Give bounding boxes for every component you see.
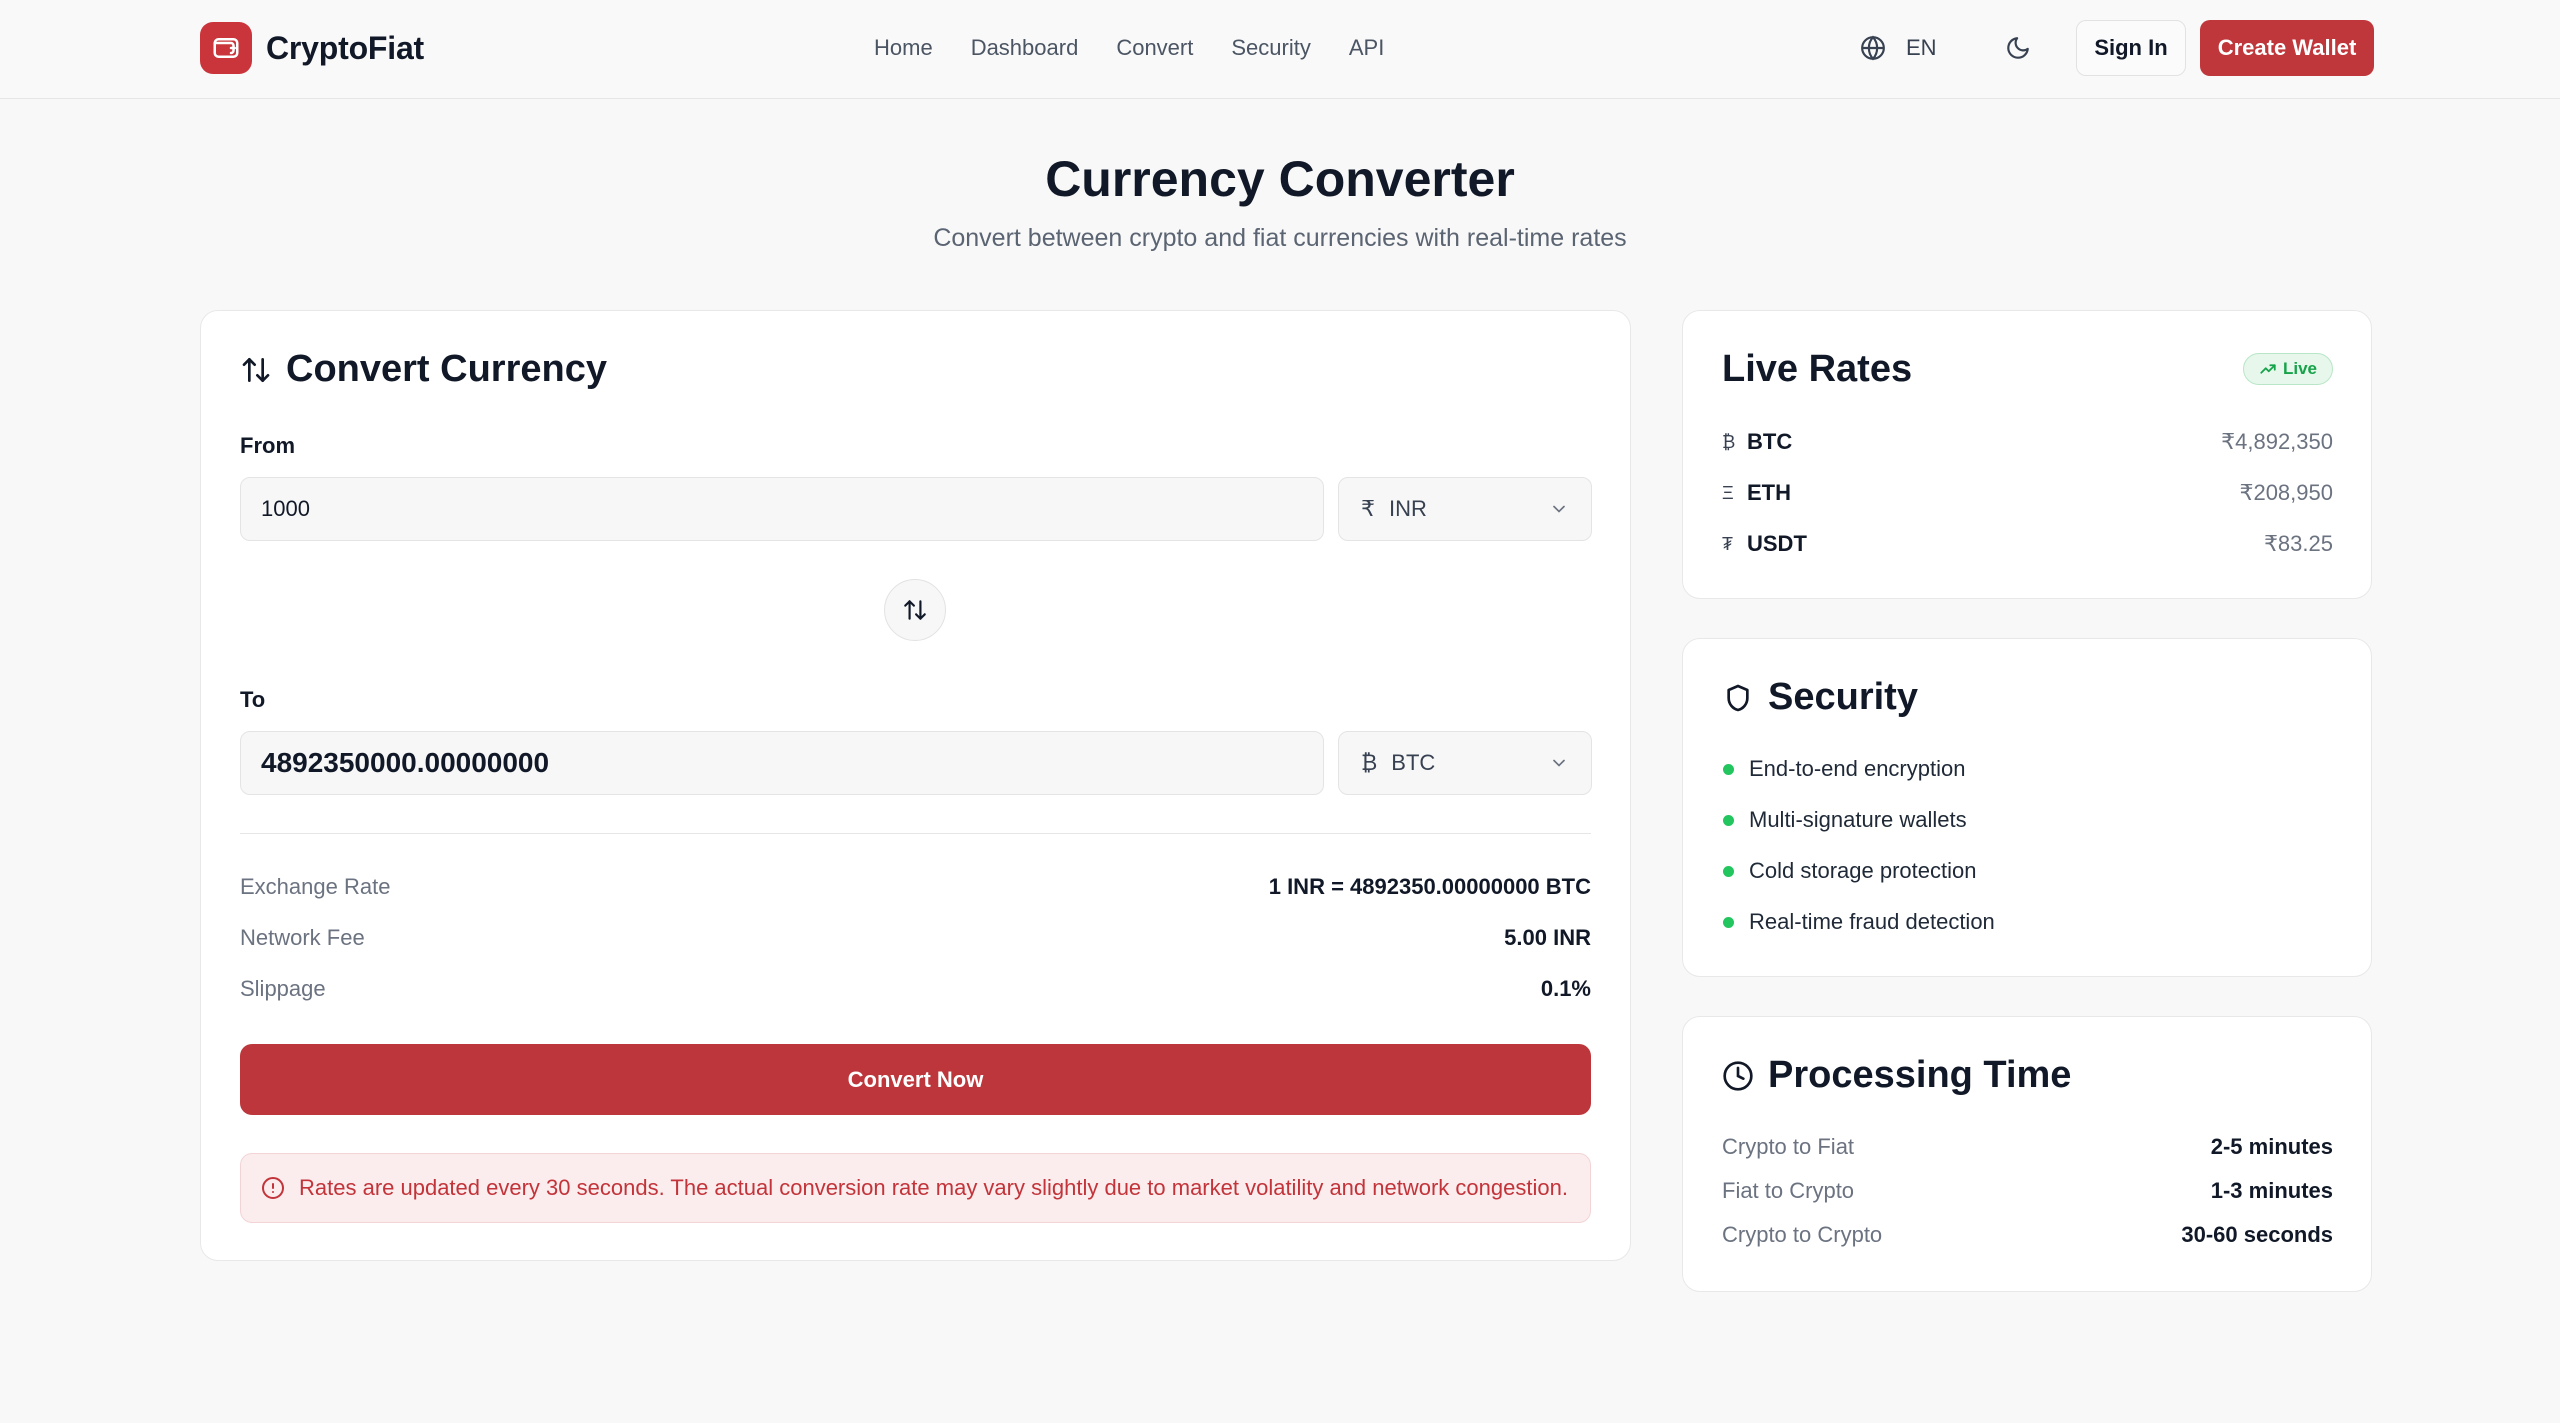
language-selector[interactable]: EN <box>1860 30 1937 66</box>
network-fee-row: Network Fee 5.00 INR <box>240 925 1591 951</box>
section-divider <box>240 833 1591 834</box>
processing-row: Crypto to Fiat 2-5 minutes <box>1722 1134 2333 1160</box>
security-title: Security <box>1768 676 1918 718</box>
app-frame: CryptoFiat Home Dashboard Convert Securi… <box>0 0 2560 1423</box>
rate-value: ₹208,950 <box>2239 480 2333 505</box>
brand-name: CryptoFiat <box>266 29 425 66</box>
security-item-text: End-to-end encryption <box>1749 756 1966 781</box>
notice-text: Rates are updated every 30 seconds. The … <box>299 1175 1568 1200</box>
live-badge-label: Live <box>2282 359 2318 378</box>
security-item-text: Real-time fraud detection <box>1749 909 1995 934</box>
main-nav: Home Dashboard Convert Security API <box>874 30 1384 66</box>
theme-toggle[interactable] <box>2000 30 2036 66</box>
processing-label: Crypto to Crypto <box>1722 1222 1883 1247</box>
processing-title: Processing Time <box>1768 1054 2072 1096</box>
security-header: Security <box>1722 676 1918 719</box>
to-currency-value: BTC <box>1391 750 1436 775</box>
to-amount-output[interactable]: 4892350000.00000000 <box>240 731 1324 795</box>
to-label: To <box>240 687 266 712</box>
wallet-icon <box>200 22 252 74</box>
trending-up-icon <box>2259 360 2277 378</box>
detail-value: 1 INR = 4892350.00000000 BTC <box>1268 874 1591 899</box>
from-label: From <box>240 433 295 458</box>
processing-row: Fiat to Crypto 1-3 minutes <box>1722 1178 2333 1204</box>
detail-value: 0.1% <box>1540 976 1591 1001</box>
live-rates-card: Live Rates Live ₿ BTC ₹4,892,350 Ξ ETH ₹… <box>1682 310 2372 599</box>
swap-currencies-button[interactable] <box>884 579 946 641</box>
alert-circle-icon <box>261 1176 285 1200</box>
security-item-text: Cold storage protection <box>1749 858 1977 883</box>
rate-value: ₹83.25 <box>2263 531 2333 556</box>
status-dot <box>1723 763 1734 775</box>
security-item: Cold storage protection <box>1723 858 1976 884</box>
status-dot <box>1723 916 1734 928</box>
converter-card: Convert Currency From 1000 ₹ INR To 4892… <box>200 310 1631 1261</box>
live-rates-title: Live Rates <box>1722 348 1913 390</box>
brand-logo[interactable]: CryptoFiat <box>200 22 424 74</box>
converter-header: Convert Currency <box>240 348 607 391</box>
rate-row-eth: Ξ ETH ₹208,950 <box>1722 480 2333 506</box>
processing-header: Processing Time <box>1722 1054 2071 1097</box>
security-card: Security End-to-end encryption Multi-sig… <box>1682 638 2372 977</box>
security-item: Real-time fraud detection <box>1723 909 1995 935</box>
status-dot <box>1723 814 1734 826</box>
convert-now-button[interactable]: Convert Now <box>240 1044 1591 1115</box>
processing-value: 1-3 minutes <box>2210 1178 2333 1203</box>
rate-name: BTC <box>1747 429 1793 454</box>
swap-vertical-icon <box>240 354 272 386</box>
globe-icon <box>1860 35 1886 61</box>
processing-time-card: Processing Time Crypto to Fiat 2-5 minut… <box>1682 1016 2372 1292</box>
processing-label: Crypto to Fiat <box>1722 1134 1855 1159</box>
processing-label: Fiat to Crypto <box>1722 1178 1855 1203</box>
slippage-row: Slippage 0.1% <box>240 976 1591 1002</box>
rate-notice: Rates are updated every 30 seconds. The … <box>240 1153 1591 1223</box>
from-currency-select[interactable]: ₹ INR <box>1338 477 1592 541</box>
processing-value: 30-60 seconds <box>2181 1222 2333 1247</box>
moon-icon <box>2005 35 2031 61</box>
ethereum-icon: Ξ <box>1722 482 1734 503</box>
nav-security[interactable]: Security <box>1231 35 1310 61</box>
security-item: End-to-end encryption <box>1723 756 1965 782</box>
chevron-down-icon <box>1549 753 1569 773</box>
converter-title: Convert Currency <box>286 348 607 390</box>
language-code: EN <box>1906 35 1937 60</box>
sign-in-button[interactable]: Sign In <box>2076 20 2186 76</box>
chevron-down-icon <box>1549 499 1569 519</box>
live-badge: Live <box>2243 353 2333 385</box>
rate-value: ₹4,892,350 <box>2221 429 2333 454</box>
shield-icon <box>1722 682 1754 714</box>
bitcoin-icon: ₿ <box>1361 750 1378 775</box>
clock-icon <box>1722 1060 1754 1092</box>
rate-row-btc: ₿ BTC ₹4,892,350 <box>1722 429 2333 455</box>
top-header: CryptoFiat Home Dashboard Convert Securi… <box>0 0 2560 99</box>
rate-row-usdt: ₮ USDT ₹83.25 <box>1722 531 2333 557</box>
exchange-rate-row: Exchange Rate 1 INR = 4892350.00000000 B… <box>240 874 1591 900</box>
nav-home[interactable]: Home <box>874 35 933 61</box>
detail-value: 5.00 INR <box>1504 925 1591 950</box>
rate-name: USDT <box>1747 531 1807 556</box>
security-item-text: Multi-signature wallets <box>1749 807 1967 832</box>
rate-name: ETH <box>1747 480 1791 505</box>
page-subtitle: Convert between crypto and fiat currenci… <box>933 224 1627 252</box>
nav-convert[interactable]: Convert <box>1116 35 1193 61</box>
rupee-icon: ₹ <box>1361 496 1375 521</box>
tether-icon: ₮ <box>1722 533 1733 554</box>
nav-api[interactable]: API <box>1349 35 1384 61</box>
from-amount-input[interactable]: 1000 <box>240 477 1324 541</box>
page-title: Currency Converter <box>1045 151 1515 207</box>
detail-label: Slippage <box>240 976 326 1001</box>
processing-row: Crypto to Crypto 30-60 seconds <box>1722 1222 2333 1248</box>
processing-value: 2-5 minutes <box>2210 1134 2333 1159</box>
from-currency-value: INR <box>1389 496 1427 521</box>
security-item: Multi-signature wallets <box>1723 807 1967 833</box>
to-currency-select[interactable]: ₿ BTC <box>1338 731 1592 795</box>
swap-vertical-icon <box>902 597 928 623</box>
status-dot <box>1723 865 1734 877</box>
detail-label: Exchange Rate <box>240 874 391 899</box>
create-wallet-button[interactable]: Create Wallet <box>2200 20 2374 76</box>
detail-label: Network Fee <box>240 925 365 950</box>
bitcoin-icon: ₿ <box>1722 431 1736 452</box>
nav-dashboard[interactable]: Dashboard <box>971 35 1079 61</box>
